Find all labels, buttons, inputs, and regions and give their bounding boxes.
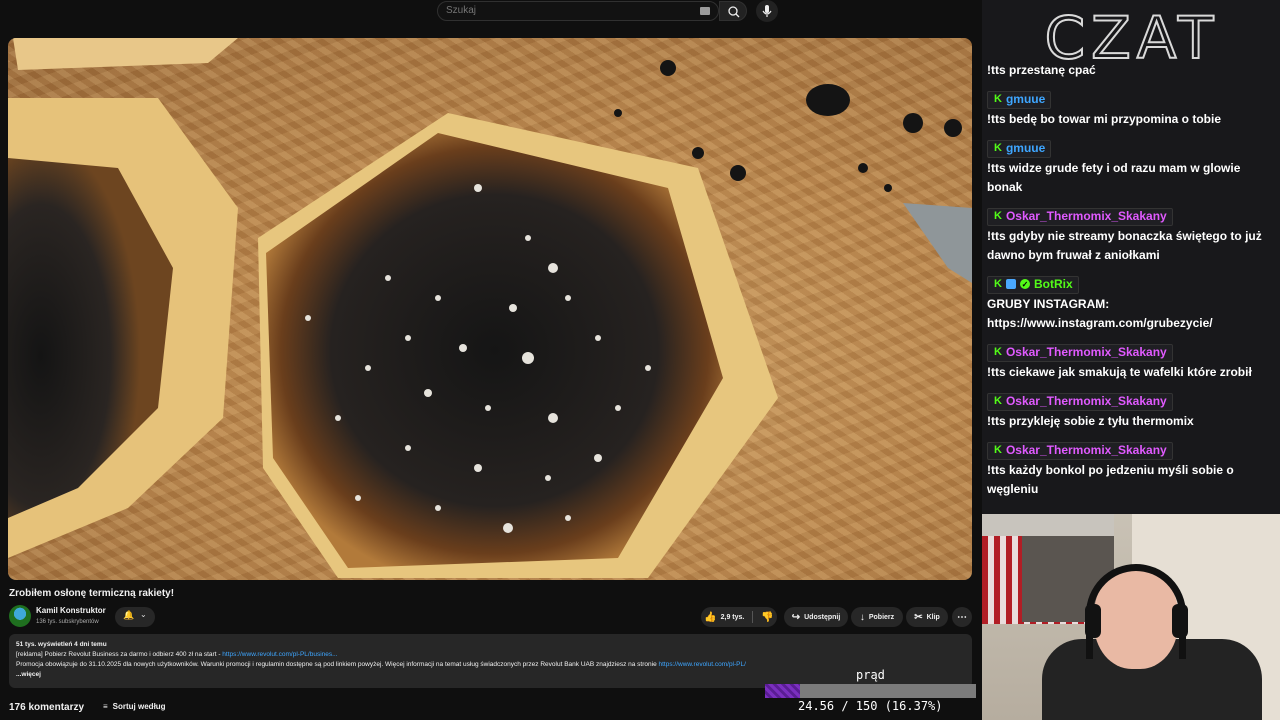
bot-badge-icon	[1005, 279, 1016, 289]
more-dots-icon: ⋯	[957, 611, 967, 623]
chat-message-text: !tts widze grude fety i od razu mam w gl…	[987, 160, 1241, 194]
kick-badge-icon: K	[994, 210, 1002, 222]
search-icon	[728, 6, 740, 18]
description-line2: Promocja obowiązuje do 31.10.2025 dla no…	[16, 661, 659, 668]
chat-message: !tts przestanę cpać	[987, 60, 1272, 80]
description-stats: 51 tys. wyświetleń 4 dni temu	[16, 641, 107, 648]
video-title: Zrobiłem osłonę termiczną rakiety!	[9, 588, 175, 599]
chat-username[interactable]: Oskar_Thermomix_Skakany	[1006, 394, 1167, 408]
chat-message-text: !tts bedę bo towar mi przypomina o tobie	[987, 111, 1222, 126]
chat-message: K Oskar_Thermomix_Skakany !tts ciekawe jak…	[987, 342, 1272, 382]
thumbs-down-icon[interactable]: 👎	[761, 612, 773, 623]
video-frame-scene	[8, 38, 972, 578]
mic-icon	[762, 5, 772, 17]
chat-username[interactable]: Oskar_Thermomix_Skakany	[1006, 209, 1167, 223]
search-input[interactable]	[446, 5, 686, 16]
chat-message: K Oskar_Thermomix_Skakany !tts gdyby nie s…	[987, 206, 1272, 265]
share-button[interactable]: ↪ Udostępnij	[784, 607, 848, 627]
chat-message: K Oskar_Thermomix_Skakany !tts każdy bonko…	[987, 440, 1272, 499]
chat-message-text: GRUBY INSTAGRAM: https://www.instagram.c…	[987, 296, 1213, 330]
clip-label: Klip	[926, 613, 940, 621]
channel-avatar[interactable]	[9, 605, 31, 627]
goal-progress-text: 24.56 / 150 (16.37%)	[798, 699, 943, 713]
chat-user-badge[interactable]: K ✓ BotRix	[987, 275, 1079, 294]
subscriber-count: 136 tys. subskrybentów	[36, 619, 99, 625]
sort-comments-button[interactable]: ≡ Sortuj według	[103, 702, 166, 711]
revolut-link[interactable]: https://www.revolut.com/pl-PL/	[659, 661, 746, 668]
description-box[interactable]: 51 tys. wyświetleń 4 dni temu [reklama] …	[9, 634, 972, 688]
notification-bell-button[interactable]: 🔔 ⌄	[115, 607, 155, 627]
chat-message: K Oskar_Thermomix_Skakany !tts przykleję s…	[987, 391, 1272, 431]
chat-message: K ✓ BotRix GRUBY INSTAGRAM: https://www.ins…	[987, 274, 1272, 333]
chat-username[interactable]: gmuue	[1006, 141, 1045, 155]
like-count[interactable]: 2,9 tys.	[721, 614, 745, 621]
thumbs-up-icon[interactable]: 👍	[704, 612, 716, 623]
chat-user-badge[interactable]: K Oskar_Thermomix_Skakany	[987, 207, 1173, 226]
kick-badge-icon: K	[994, 395, 1002, 407]
webcam-feed	[982, 514, 1280, 720]
knife-blade	[903, 203, 972, 283]
comment-count: 176 komentarzy	[9, 702, 85, 713]
kick-badge-icon: K	[994, 444, 1002, 456]
chat-username[interactable]: Oskar_Thermomix_Skakany	[1006, 443, 1167, 457]
chat-message: Kgmuue !tts widze grude fety i od razu ma…	[987, 138, 1272, 197]
mic-button[interactable]	[756, 0, 778, 22]
headphone-left-cup	[1085, 604, 1101, 638]
chat-user-badge[interactable]: Kgmuue	[987, 90, 1052, 109]
poster-top	[982, 514, 1114, 536]
headphone-right-cup	[1172, 604, 1188, 638]
like-dislike-group: 👍 2,9 tys. 👎	[701, 607, 777, 627]
headphones	[1086, 564, 1186, 659]
channel-name[interactable]: Kamil Konstruktor	[36, 606, 106, 615]
share-icon: ↪	[791, 611, 801, 623]
bell-icon: 🔔	[123, 610, 135, 620]
goal-label: prąd	[856, 668, 885, 682]
clip-button[interactable]: ✂ Klip	[906, 607, 948, 627]
top-wafer-strip	[13, 38, 238, 70]
download-label: Pobierz	[868, 613, 895, 621]
sort-icon: ≡	[103, 702, 108, 711]
kick-badge-icon: K	[994, 278, 1002, 290]
chat-panel: CZAT !tts przestanę cpać Kgmuue !tts bedę …	[982, 0, 1280, 514]
verified-badge-icon: ✓	[1019, 279, 1030, 289]
chat-user-badge[interactable]: Kgmuue	[987, 139, 1052, 158]
share-label: Udostępnij	[804, 613, 841, 621]
keyboard-icon[interactable]	[700, 7, 710, 15]
chat-message-text: !tts przestanę cpać	[987, 63, 1096, 77]
chat-message-text: !tts ciekawe jak smakują te wafelki któr…	[987, 364, 1252, 379]
chevron-down-icon: ⌄	[140, 610, 147, 619]
goal-progress-fill	[765, 684, 800, 698]
video-player[interactable]	[8, 38, 972, 580]
revolut-business-link[interactable]: https://www.revolut.com/pl-PL/busines...	[222, 651, 337, 658]
kick-badge-icon: K	[994, 93, 1002, 105]
kick-badge-icon: K	[994, 346, 1002, 358]
chat-username[interactable]: BotRix	[1034, 277, 1073, 291]
chat-username[interactable]: gmuue	[1006, 92, 1045, 106]
description-line1: [reklama] Pobierz Revolut Business za da…	[16, 651, 223, 658]
chat-user-badge[interactable]: K Oskar_Thermomix_Skakany	[987, 392, 1173, 411]
chat-username[interactable]: Oskar_Thermomix_Skakany	[1006, 345, 1167, 359]
chat-message-text: !tts każdy bonkol po jedzeniu myśli sobi…	[987, 462, 1234, 496]
chat-user-badge[interactable]: K Oskar_Thermomix_Skakany	[987, 343, 1173, 362]
download-icon: ↓	[859, 611, 865, 623]
sort-label: Sortuj według	[112, 702, 166, 711]
chat-message: Kgmuue !tts bedę bo towar mi przypomina o…	[987, 89, 1272, 129]
divider	[752, 611, 754, 623]
scissors-icon: ✂	[914, 611, 923, 623]
chat-user-badge[interactable]: K Oskar_Thermomix_Skakany	[987, 441, 1173, 460]
youtube-page: Zrobiłem osłonę termiczną rakiety! Kamil…	[0, 0, 982, 720]
chat-message-text: !tts gdyby nie streamy bonaczka świętego…	[987, 228, 1262, 262]
search-button[interactable]	[719, 1, 747, 21]
kick-badge-icon: K	[994, 142, 1002, 154]
more-actions-button[interactable]: ⋯	[952, 607, 972, 627]
download-button[interactable]: ↓ Pobierz	[851, 607, 903, 627]
chat-message-text: !tts przykleję sobie z tyłu thermomix	[987, 413, 1194, 428]
show-more-link[interactable]: ...więcej	[16, 671, 41, 678]
goal-progress-bar	[765, 684, 976, 698]
search-bar[interactable]	[437, 1, 719, 21]
